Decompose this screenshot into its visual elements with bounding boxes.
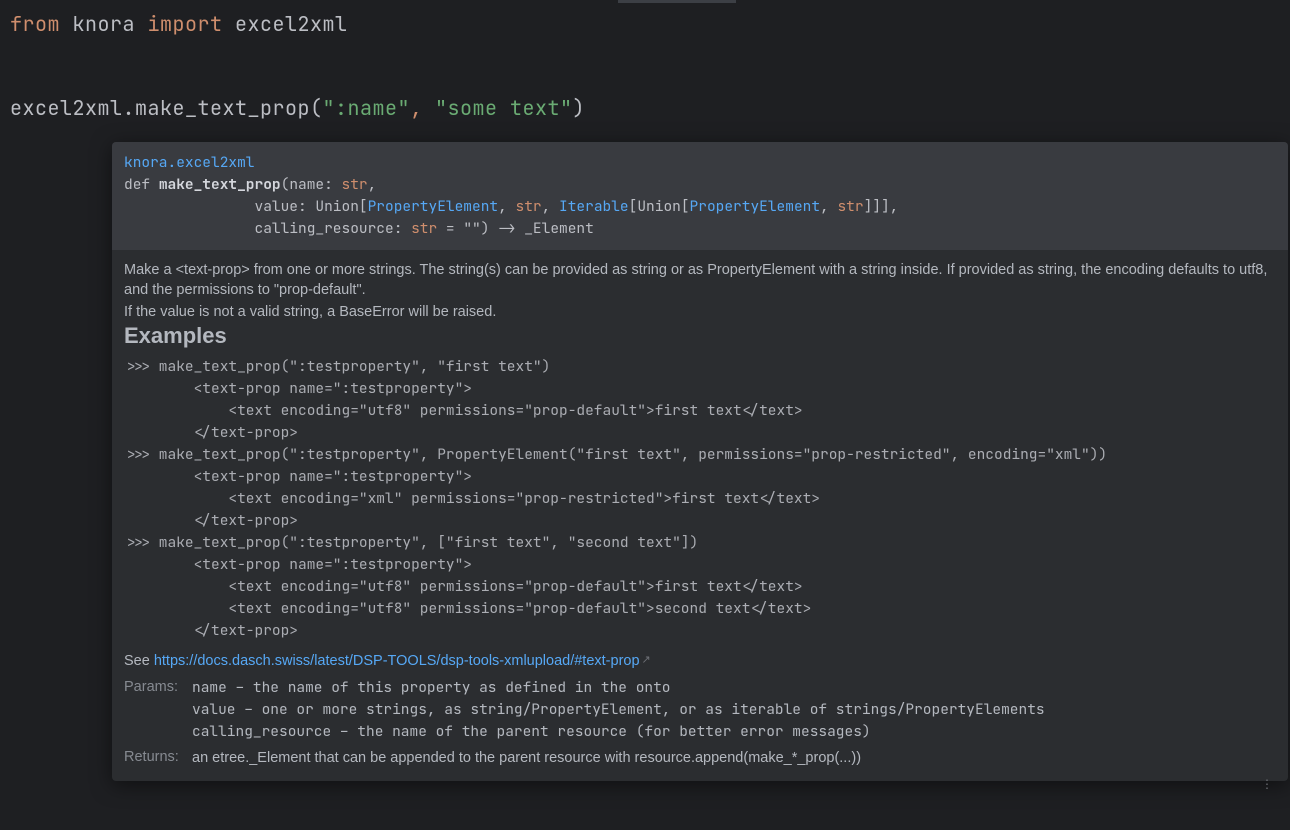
documentation-popup: knora.excel2xml def make_text_prop(name:… bbox=[112, 142, 1288, 781]
string-arg-1: ":name" bbox=[323, 95, 411, 121]
params-table: Params: name – the name of this property… bbox=[124, 677, 1276, 769]
def-keyword: def bbox=[124, 175, 159, 194]
returns-value: an etree._Element that can be appended t… bbox=[192, 747, 1276, 769]
sig-indent-2: value: Union[ bbox=[124, 197, 368, 216]
sig-br1: [Union[ bbox=[629, 197, 690, 216]
returns-label: Returns: bbox=[124, 747, 188, 769]
see-also: See https://docs.dasch.swiss/latest/DSP-… bbox=[124, 650, 1276, 671]
lparen: ( bbox=[310, 95, 323, 121]
keyword-import: import bbox=[148, 11, 223, 37]
resize-handle-icon[interactable]: ⋮ bbox=[1261, 776, 1274, 792]
sig-indent-3: calling_resource: bbox=[124, 219, 411, 238]
type-str-3: str bbox=[837, 197, 863, 216]
param-name: name – the name of this property as defi… bbox=[192, 677, 1276, 699]
space bbox=[423, 95, 436, 121]
sig-c2: , bbox=[498, 197, 515, 216]
description-line-2: If the value is not a valid string, a Ba… bbox=[124, 302, 1276, 322]
string-arg-2: "some text" bbox=[435, 95, 573, 121]
param-value: value – one or more strings, as string/P… bbox=[192, 699, 1276, 721]
code-line-blank-1[interactable] bbox=[10, 38, 1290, 66]
object-name: excel2xml bbox=[10, 95, 123, 121]
sig-open: (name: bbox=[281, 175, 342, 194]
sig-tail: = "") -> _Element bbox=[437, 219, 594, 238]
sig-comma-1: , bbox=[368, 175, 377, 194]
params-list: name – the name of this property as defi… bbox=[192, 677, 1276, 743]
see-prefix: See bbox=[124, 653, 154, 669]
param-calling-resource: calling_resource – the name of the paren… bbox=[192, 721, 1276, 743]
tab-indicator bbox=[618, 0, 736, 3]
documentation-link[interactable]: https://docs.dasch.swiss/latest/DSP-TOOL… bbox=[154, 653, 640, 669]
code-editor[interactable]: from knora import excel2xml excel2xml.ma… bbox=[0, 0, 1290, 781]
type-str-2: str bbox=[516, 197, 542, 216]
external-link-icon: ↗ bbox=[642, 654, 651, 666]
examples-code-block: >>> make_text_prop(":testproperty", "fir… bbox=[124, 356, 1276, 642]
keyword-from: from bbox=[10, 11, 60, 37]
function-name: make_text_prop bbox=[159, 175, 281, 194]
type-propertyelement-1: PropertyElement bbox=[368, 197, 499, 216]
code-line-1[interactable]: from knora import excel2xml bbox=[10, 10, 1290, 38]
sig-c3: , bbox=[542, 197, 559, 216]
type-str-4: str bbox=[411, 219, 437, 238]
sig-c4: , bbox=[820, 197, 837, 216]
type-str-1: str bbox=[342, 175, 368, 194]
examples-heading: Examples bbox=[124, 326, 1276, 346]
qualified-name: knora.excel2xml bbox=[124, 153, 255, 172]
sig-br2: ]]], bbox=[864, 197, 899, 216]
documentation-body: Make a <text-prop> from one or more stri… bbox=[112, 250, 1288, 781]
params-label: Params: bbox=[124, 677, 188, 743]
signature-section: knora.excel2xml def make_text_prop(name:… bbox=[112, 142, 1288, 250]
imported-name: excel2xml bbox=[235, 11, 348, 37]
code-line-2[interactable]: excel2xml.make_text_prop(":name", "some … bbox=[10, 94, 1290, 122]
function-call: make_text_prop bbox=[135, 95, 310, 121]
dot: . bbox=[123, 95, 136, 121]
module-name: knora bbox=[73, 11, 136, 37]
comma: , bbox=[410, 95, 423, 121]
rparen: ) bbox=[573, 95, 586, 121]
type-propertyelement-2: PropertyElement bbox=[690, 197, 821, 216]
code-line-blank-2[interactable] bbox=[10, 66, 1290, 94]
description-line-1: Make a <text-prop> from one or more stri… bbox=[124, 260, 1276, 300]
type-iterable: Iterable bbox=[559, 197, 629, 216]
